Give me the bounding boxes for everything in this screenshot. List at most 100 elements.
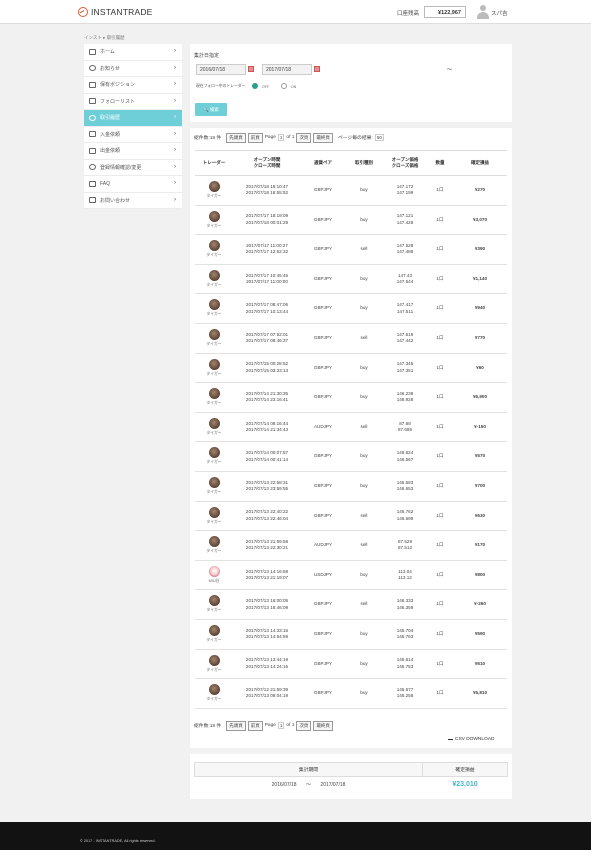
search-button[interactable]: 🔍 検索 bbox=[195, 103, 227, 116]
first-page-button[interactable]: 先頭頁 bbox=[226, 132, 246, 143]
sidebar-item[interactable]: お知らせ › bbox=[84, 61, 182, 77]
page-select[interactable]: 1 bbox=[277, 722, 285, 729]
close-time: 2017/07/13 14:24:15 bbox=[245, 663, 289, 669]
trader-cell[interactable]: タイガー bbox=[195, 501, 233, 532]
sidebar-item[interactable]: 入金依頼 › bbox=[84, 127, 182, 143]
trader-cell[interactable]: タイガー bbox=[195, 353, 233, 384]
trader-name[interactable]: タイガー bbox=[195, 311, 233, 318]
sidebar-item[interactable]: 取引履歴 › bbox=[84, 110, 182, 127]
sidebar-item[interactable]: ホーム › bbox=[84, 44, 182, 61]
trader-cell[interactable]: タイガー bbox=[195, 678, 233, 709]
trader-cell[interactable]: タイガー bbox=[195, 649, 233, 680]
trader-cell[interactable]: タイガー bbox=[195, 323, 233, 354]
trader-avatar[interactable] bbox=[208, 476, 220, 488]
chevron-right-icon: › bbox=[174, 196, 176, 203]
open-price: 147.519 bbox=[396, 331, 414, 337]
trader-avatar[interactable] bbox=[208, 447, 220, 459]
trader-avatar[interactable] bbox=[208, 269, 220, 281]
trader-cell[interactable]: タイガー bbox=[195, 412, 233, 443]
trader-cell[interactable]: タイガー bbox=[195, 382, 233, 413]
trader-avatar[interactable] bbox=[208, 654, 220, 666]
next-page-button[interactable]: 次頁 bbox=[296, 132, 312, 143]
sidebar-item[interactable]: 保有ポジション › bbox=[84, 77, 182, 94]
trader-name[interactable]: タイガー bbox=[195, 459, 233, 466]
trader-avatar[interactable] bbox=[208, 565, 220, 577]
pl-cell: ¥630 bbox=[453, 501, 507, 532]
pager-top: 総件数:18 件 先頭頁 前頁 Page 1 of 1 次頁 最終頁 ページ毎の… bbox=[194, 132, 386, 143]
trader-avatar[interactable] bbox=[208, 210, 220, 222]
chevron-right-icon: › bbox=[174, 163, 176, 170]
trader-name[interactable]: タイガー bbox=[195, 400, 233, 407]
prev-page-button[interactable]: 前頁 bbox=[247, 132, 263, 143]
csv-download-link[interactable]: CSV DOWNLOAD bbox=[448, 735, 494, 742]
trader-name[interactable]: タイガー bbox=[195, 282, 233, 289]
trader-avatar[interactable] bbox=[208, 417, 220, 429]
trader-name[interactable]: タイガー bbox=[195, 489, 233, 496]
trader-avatar[interactable] bbox=[208, 329, 220, 341]
trader-avatar[interactable] bbox=[208, 388, 220, 400]
last-page-button[interactable]: 最終頁 bbox=[313, 132, 333, 143]
trader-avatar[interactable] bbox=[208, 358, 220, 370]
date-to-input[interactable]: 2017/07/18 bbox=[262, 64, 312, 75]
trader-avatar[interactable] bbox=[208, 299, 220, 311]
trader-avatar[interactable] bbox=[208, 506, 220, 518]
trader-cell[interactable]: タイガー bbox=[195, 441, 233, 472]
user-name[interactable]: スパ吉 bbox=[491, 9, 508, 17]
trader-cell[interactable]: タイガー bbox=[195, 175, 233, 206]
open-time: 2017/07/15 00:28:52 bbox=[245, 361, 289, 367]
trader-cell[interactable]: タイガー bbox=[195, 619, 233, 650]
prev-page-button[interactable]: 前頁 bbox=[247, 720, 263, 731]
date-from-input[interactable]: 2016/07/18 bbox=[196, 64, 246, 75]
user-avatar-icon[interactable] bbox=[477, 5, 489, 19]
per-page-select[interactable]: 50 bbox=[374, 134, 384, 141]
sidebar-item[interactable]: FAQ › bbox=[84, 176, 182, 193]
sidebar-item[interactable]: フォローリスト › bbox=[84, 94, 182, 110]
trader-cell[interactable]: タイガー bbox=[195, 264, 233, 295]
pl-cell: ¥1,140 bbox=[453, 264, 507, 295]
trader-cell[interactable]: MIU谷 bbox=[195, 560, 233, 591]
calendar-icon[interactable] bbox=[248, 66, 254, 72]
trader-name[interactable]: タイガー bbox=[195, 430, 233, 437]
first-page-button[interactable]: 先頭頁 bbox=[226, 720, 246, 731]
trader-name[interactable]: タイガー bbox=[195, 637, 233, 644]
trader-cell[interactable]: タイガー bbox=[195, 234, 233, 265]
trader-name[interactable]: タイガー bbox=[195, 548, 233, 555]
logo[interactable]: INSTANTRADE bbox=[78, 7, 153, 17]
header-type: 取引種別 bbox=[345, 150, 383, 176]
trader-name[interactable]: タイガー bbox=[195, 341, 233, 348]
trader-cell[interactable]: タイガー bbox=[195, 589, 233, 620]
balance-label: 口座残高 bbox=[397, 11, 420, 17]
summary-panel: 集計期間 確定損益 2016/07/18 〜 2017/07/18 ¥23,01… bbox=[190, 754, 512, 799]
last-page-button[interactable]: 最終頁 bbox=[313, 720, 333, 731]
open-price: 113.04 bbox=[398, 568, 412, 574]
trader-name[interactable]: タイガー bbox=[195, 519, 233, 526]
trader-name[interactable]: タイガー bbox=[195, 223, 233, 230]
trader-name[interactable]: タイガー bbox=[195, 667, 233, 674]
sidebar-item[interactable]: お問い合わせ › bbox=[84, 193, 182, 209]
trader-name[interactable]: タイガー bbox=[195, 193, 233, 200]
page-select[interactable]: 1 bbox=[277, 134, 285, 141]
type-cell: buy bbox=[345, 175, 383, 206]
trader-avatar[interactable] bbox=[208, 240, 220, 252]
trader-name[interactable]: タイガー bbox=[195, 607, 233, 614]
radio-off[interactable] bbox=[252, 83, 258, 89]
trader-avatar[interactable] bbox=[208, 595, 220, 607]
next-page-button[interactable]: 次頁 bbox=[296, 720, 312, 731]
trader-name[interactable]: タイガー bbox=[195, 371, 233, 378]
trader-cell[interactable]: タイガー bbox=[195, 205, 233, 236]
trader-cell[interactable]: タイガー bbox=[195, 471, 233, 502]
sidebar-item[interactable]: 登録情報確認/変更 › bbox=[84, 160, 182, 176]
trader-cell[interactable]: タイガー bbox=[195, 530, 233, 561]
trader-cell[interactable]: タイガー bbox=[195, 293, 233, 324]
trader-avatar[interactable] bbox=[208, 684, 220, 696]
radio-on[interactable] bbox=[281, 83, 287, 89]
calendar-icon[interactable] bbox=[314, 66, 320, 72]
trader-avatar[interactable] bbox=[208, 536, 220, 548]
trader-avatar[interactable] bbox=[208, 624, 220, 636]
trader-avatar[interactable] bbox=[208, 181, 220, 193]
trader-name[interactable]: タイガー bbox=[195, 252, 233, 259]
sidebar-item[interactable]: 出金依頼 › bbox=[84, 143, 182, 160]
trader-name[interactable]: タイガー bbox=[195, 696, 233, 703]
breadcrumb[interactable]: インスト ▸ 取引履歴 bbox=[84, 35, 125, 41]
trader-name[interactable]: MIU谷 bbox=[195, 578, 233, 585]
